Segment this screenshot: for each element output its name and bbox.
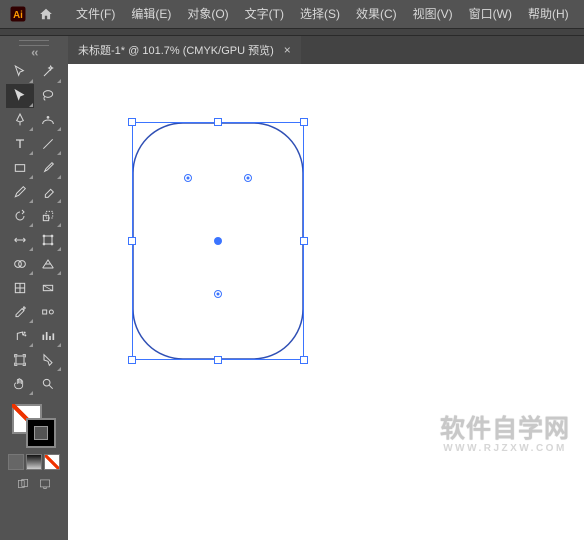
menu-file[interactable]: 文件(F)	[68, 0, 123, 28]
artboard-tool[interactable]	[6, 348, 34, 372]
screen-mode-button[interactable]	[35, 476, 55, 492]
handle-bottom-right[interactable]	[300, 356, 308, 364]
menu-list: 文件(F) 编辑(E) 对象(O) 文字(T) 选择(S) 效果(C) 视图(V…	[68, 0, 577, 28]
watermark-cn: 软件自学网	[440, 409, 570, 445]
free-transform-tool[interactable]	[34, 228, 62, 252]
draw-mode-button[interactable]	[13, 476, 33, 492]
menu-select[interactable]: 选择(S)	[292, 0, 348, 28]
perspective-grid-tool[interactable]	[34, 252, 62, 276]
stroke-swatch[interactable]	[26, 418, 56, 448]
curvature-tool[interactable]	[34, 108, 62, 132]
canvas[interactable]: 软件自学网 WWW.RJZXW.COM	[68, 64, 584, 540]
direct-selection-tool[interactable]	[6, 84, 34, 108]
center-point[interactable]	[214, 237, 222, 245]
menu-view[interactable]: 视图(V)	[405, 0, 461, 28]
menubar: Ai 文件(F) 编辑(E) 对象(O) 文字(T) 选择(S) 效果(C) 视…	[0, 0, 584, 28]
handle-top-left[interactable]	[128, 118, 136, 126]
gradient-tool[interactable]	[34, 276, 62, 300]
handle-top-right[interactable]	[300, 118, 308, 126]
app-icon: Ai	[4, 0, 32, 28]
home-icon[interactable]	[32, 0, 60, 28]
menu-window[interactable]: 窗口(W)	[461, 0, 520, 28]
menu-object[interactable]: 对象(O)	[179, 0, 236, 28]
mesh-tool[interactable]	[6, 276, 34, 300]
type-tool[interactable]	[6, 132, 34, 156]
width-tool[interactable]	[6, 228, 34, 252]
corner-widget-top-left[interactable]	[184, 174, 192, 182]
panel-grip[interactable]	[19, 40, 49, 46]
menu-help[interactable]: 帮助(H)	[520, 0, 577, 28]
slice-tool[interactable]	[34, 348, 62, 372]
eyedropper-tool[interactable]	[6, 300, 34, 324]
menu-type[interactable]: 文字(T)	[237, 0, 292, 28]
scale-tool[interactable]	[34, 204, 62, 228]
selection-tool[interactable]	[6, 60, 34, 84]
rectangle-tool[interactable]	[6, 156, 34, 180]
svg-text:Ai: Ai	[13, 10, 23, 21]
line-tool[interactable]	[34, 132, 62, 156]
color-mode-none[interactable]	[44, 454, 60, 470]
hand-tool[interactable]	[6, 372, 34, 396]
paintbrush-tool[interactable]	[34, 156, 62, 180]
toolbox	[0, 36, 68, 540]
handle-middle-left[interactable]	[128, 237, 136, 245]
document-tab-title: 未标题-1* @ 101.7% (CMYK/GPU 预览)	[78, 42, 274, 58]
corner-widget-bottom[interactable]	[214, 290, 222, 298]
document-area: 未标题-1* @ 101.7% (CMYK/GPU 预览) ×	[68, 36, 584, 540]
control-strip	[0, 28, 584, 36]
pen-tool[interactable]	[6, 108, 34, 132]
shape-builder-tool[interactable]	[6, 252, 34, 276]
workspace: 未标题-1* @ 101.7% (CMYK/GPU 预览) ×	[0, 36, 584, 540]
color-mode-gradient[interactable]	[26, 454, 42, 470]
menu-edit[interactable]: 编辑(E)	[123, 0, 179, 28]
rotate-tool[interactable]	[6, 204, 34, 228]
color-swatches[interactable]	[10, 402, 58, 450]
color-mode-swatches	[8, 454, 60, 470]
magic-wand-tool[interactable]	[34, 60, 62, 84]
collapse-button[interactable]	[4, 48, 64, 58]
tool-grid	[6, 60, 62, 396]
symbol-sprayer-tool[interactable]	[6, 324, 34, 348]
corner-widget-top-right[interactable]	[244, 174, 252, 182]
tab-bar: 未标题-1* @ 101.7% (CMYK/GPU 预览) ×	[68, 36, 584, 64]
handle-bottom-middle[interactable]	[214, 356, 222, 364]
selected-object[interactable]	[132, 122, 304, 360]
screen-modes	[13, 476, 55, 492]
column-graph-tool[interactable]	[34, 324, 62, 348]
color-mode-solid[interactable]	[8, 454, 24, 470]
zoom-tool[interactable]	[34, 372, 62, 396]
handle-bottom-left[interactable]	[128, 356, 136, 364]
handle-top-middle[interactable]	[214, 118, 222, 126]
close-icon[interactable]: ×	[284, 43, 291, 57]
lasso-tool[interactable]	[34, 84, 62, 108]
document-tab[interactable]: 未标题-1* @ 101.7% (CMYK/GPU 预览) ×	[68, 36, 301, 64]
watermark-en: WWW.RJZXW.COM	[440, 443, 570, 454]
eraser-tool[interactable]	[34, 180, 62, 204]
handle-middle-right[interactable]	[300, 237, 308, 245]
watermark: 软件自学网 WWW.RJZXW.COM	[440, 409, 570, 454]
pencil-tool[interactable]	[6, 180, 34, 204]
menu-effect[interactable]: 效果(C)	[348, 0, 405, 28]
blend-tool[interactable]	[34, 300, 62, 324]
